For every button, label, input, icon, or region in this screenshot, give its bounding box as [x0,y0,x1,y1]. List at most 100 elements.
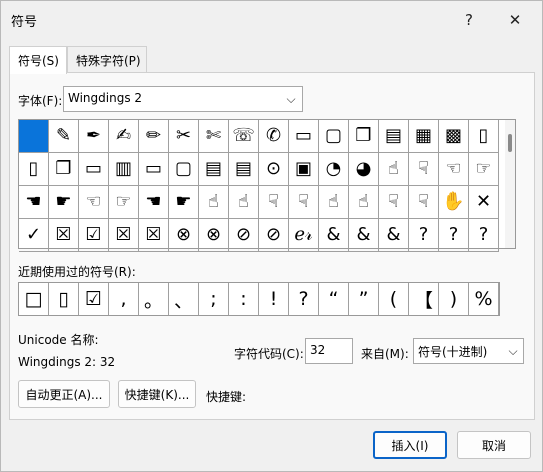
symbol-cell[interactable]: ☟ [409,186,439,219]
symbol-cell[interactable]: ☝ [319,186,349,219]
symbol-cell[interactable]: ⊗ [169,219,199,252]
symbol-cell[interactable]: ☟ [379,186,409,219]
symbol-cell[interactable]: ☞ [469,153,499,186]
symbol-cell[interactable]: ✄ [199,120,229,153]
symbol-cell[interactable]: ☚ [19,186,49,219]
symbol-cell[interactable]: ✓ [19,219,49,252]
recent-symbol-cell[interactable]: , [109,283,139,315]
symbol-cell[interactable]: ☚ [139,186,169,219]
recent-symbols-list: □ ▯ ☑,。、;:!? “”(【)% [18,282,500,316]
symbol-cell[interactable]: ☏ [229,120,259,153]
autocorrect-button[interactable]: 自动更正(A)... [18,380,110,408]
symbol-cell[interactable]: ☒ [109,219,139,252]
symbol-cell[interactable]: ▭ [139,153,169,186]
symbol-cell[interactable]: ⊘ [229,219,259,252]
symbol-cell[interactable]: ✋ [439,186,469,219]
cancel-button[interactable]: 取消 [457,431,531,459]
symbol-cell[interactable]: ▦ [409,120,439,153]
recent-symbol-cell[interactable]: ; [199,283,229,315]
symbol-cell[interactable]: ▢ [319,120,349,153]
symbol-cell[interactable]: & [319,219,349,252]
symbol-cell[interactable]: ? [469,219,499,252]
recent-symbol-cell[interactable]: 【 [409,283,439,315]
chevron-down-icon[interactable]: ⌵ [504,340,522,362]
insert-button[interactable]: 插入(I) [373,431,447,459]
symbol-cell[interactable]: ▯ [469,120,499,153]
symbol-cell[interactable]: ▩ [439,120,469,153]
symbol-cell[interactable]: ☛ [169,186,199,219]
recent-symbol-cell[interactable]: ▯ [49,283,79,315]
symbol-cell[interactable]: ▤ [199,153,229,186]
symbol-cell[interactable]: ☝ [349,186,379,219]
from-dropdown[interactable]: 符号(十进制) ⌵ [413,338,524,364]
symbol-cell[interactable]: ☑ [79,219,109,252]
symbol-cell[interactable]: ☛ [49,186,79,219]
symbol-cell[interactable]: ☝ [199,186,229,219]
symbol-cell[interactable]: ❐ [49,153,79,186]
symbol-cell[interactable]: ☜ [439,153,469,186]
symbol-grid-scrollbar[interactable] [505,120,515,248]
symbol-cell[interactable] [19,120,49,153]
symbol-cell[interactable]: ? [439,219,469,252]
symbol-cell[interactable]: ✎ [49,120,79,153]
recent-symbol-cell[interactable]: ☑ [79,283,109,315]
symbol-cell[interactable]: ✒ [79,120,109,153]
symbol-cell[interactable]: ◕ [349,153,379,186]
symbol-cell[interactable]: ☜ [79,186,109,219]
recent-symbol-cell[interactable]: ! [259,283,289,315]
symbol-cell[interactable]: ✂ [169,120,199,153]
recent-symbol-cell[interactable]: 、 [169,283,199,315]
symbol-cell[interactable]: ✕ [469,186,499,219]
recent-symbol-cell[interactable]: ? [289,283,319,315]
symbol-cell[interactable]: ☒ [49,219,79,252]
scrollbar-thumb[interactable] [508,134,512,152]
symbol-cell[interactable]: ▭ [289,120,319,153]
symbol-cell[interactable]: ? [409,219,439,252]
symbol-cell[interactable]: ▭ [79,153,109,186]
symbol-cell[interactable]: ❐ [349,120,379,153]
symbol-cell[interactable]: & [379,219,409,252]
tab-special-characters[interactable]: 特殊字符(P) [67,46,147,72]
recent-symbol-cell[interactable]: ” [349,283,379,315]
symbol-cell[interactable]: ☝ [379,153,409,186]
symbol-cell[interactable]: ☒ [139,219,169,252]
symbol-cell[interactable]: ✆ [259,120,289,153]
symbol-cell[interactable]: ℯ𝓇 [289,219,319,252]
symbol-cell[interactable]: ▢ [169,153,199,186]
tab-special-characters-label: 特殊字符(P) [76,54,141,68]
shortcut-key-button[interactable]: 快捷键(K)... [118,380,196,408]
symbol-cell[interactable]: ▣ [289,153,319,186]
symbol-cell[interactable]: ▤ [379,120,409,153]
char-code-input[interactable]: 32 [305,338,353,364]
symbol-cell[interactable]: ☟ [289,186,319,219]
recent-symbol-cell[interactable]: 。 [139,283,169,315]
symbol-cell[interactable]: ☟ [259,186,289,219]
recent-symbol-cell[interactable]: □ [19,283,49,315]
symbol-cell[interactable]: ⊘ [259,219,289,252]
symbol-cell[interactable]: ◔ [319,153,349,186]
tab-symbols[interactable]: 符号(S) [9,46,67,74]
font-dropdown[interactable]: Wingdings 2 ⌵ [63,86,303,112]
symbol-cell[interactable]: ▥ [109,153,139,186]
close-icon[interactable]: ✕ [499,7,531,33]
symbol-cell[interactable]: ⊙ [259,153,289,186]
dialog-title: 符号 [11,15,38,30]
recent-symbol-cell[interactable]: ( [379,283,409,315]
symbol-cell[interactable]: ☝ [229,186,259,219]
symbol-cell[interactable]: ✍ [109,120,139,153]
unicode-name-value: Wingdings 2: 32 [18,355,116,369]
symbol-cell[interactable]: ✏ [139,120,169,153]
symbol-cell[interactable]: ⊗ [199,219,229,252]
chevron-down-icon[interactable]: ⌵ [281,88,301,110]
symbol-cell[interactable]: & [349,219,379,252]
recent-symbol-cell[interactable]: % [469,283,499,315]
symbol-cell[interactable]: ▤ [229,153,259,186]
help-icon[interactable]: ? [453,7,485,33]
symbol-cell[interactable]: ▯ [19,153,49,186]
recent-symbol-cell[interactable]: : [229,283,259,315]
recent-symbol-cell[interactable]: “ [319,283,349,315]
symbol-cell[interactable]: ☞ [109,186,139,219]
recent-symbols-label: 近期使用过的符号(R): [18,265,136,279]
recent-symbol-cell[interactable]: ) [439,283,469,315]
symbol-cell[interactable]: ☟ [409,153,439,186]
